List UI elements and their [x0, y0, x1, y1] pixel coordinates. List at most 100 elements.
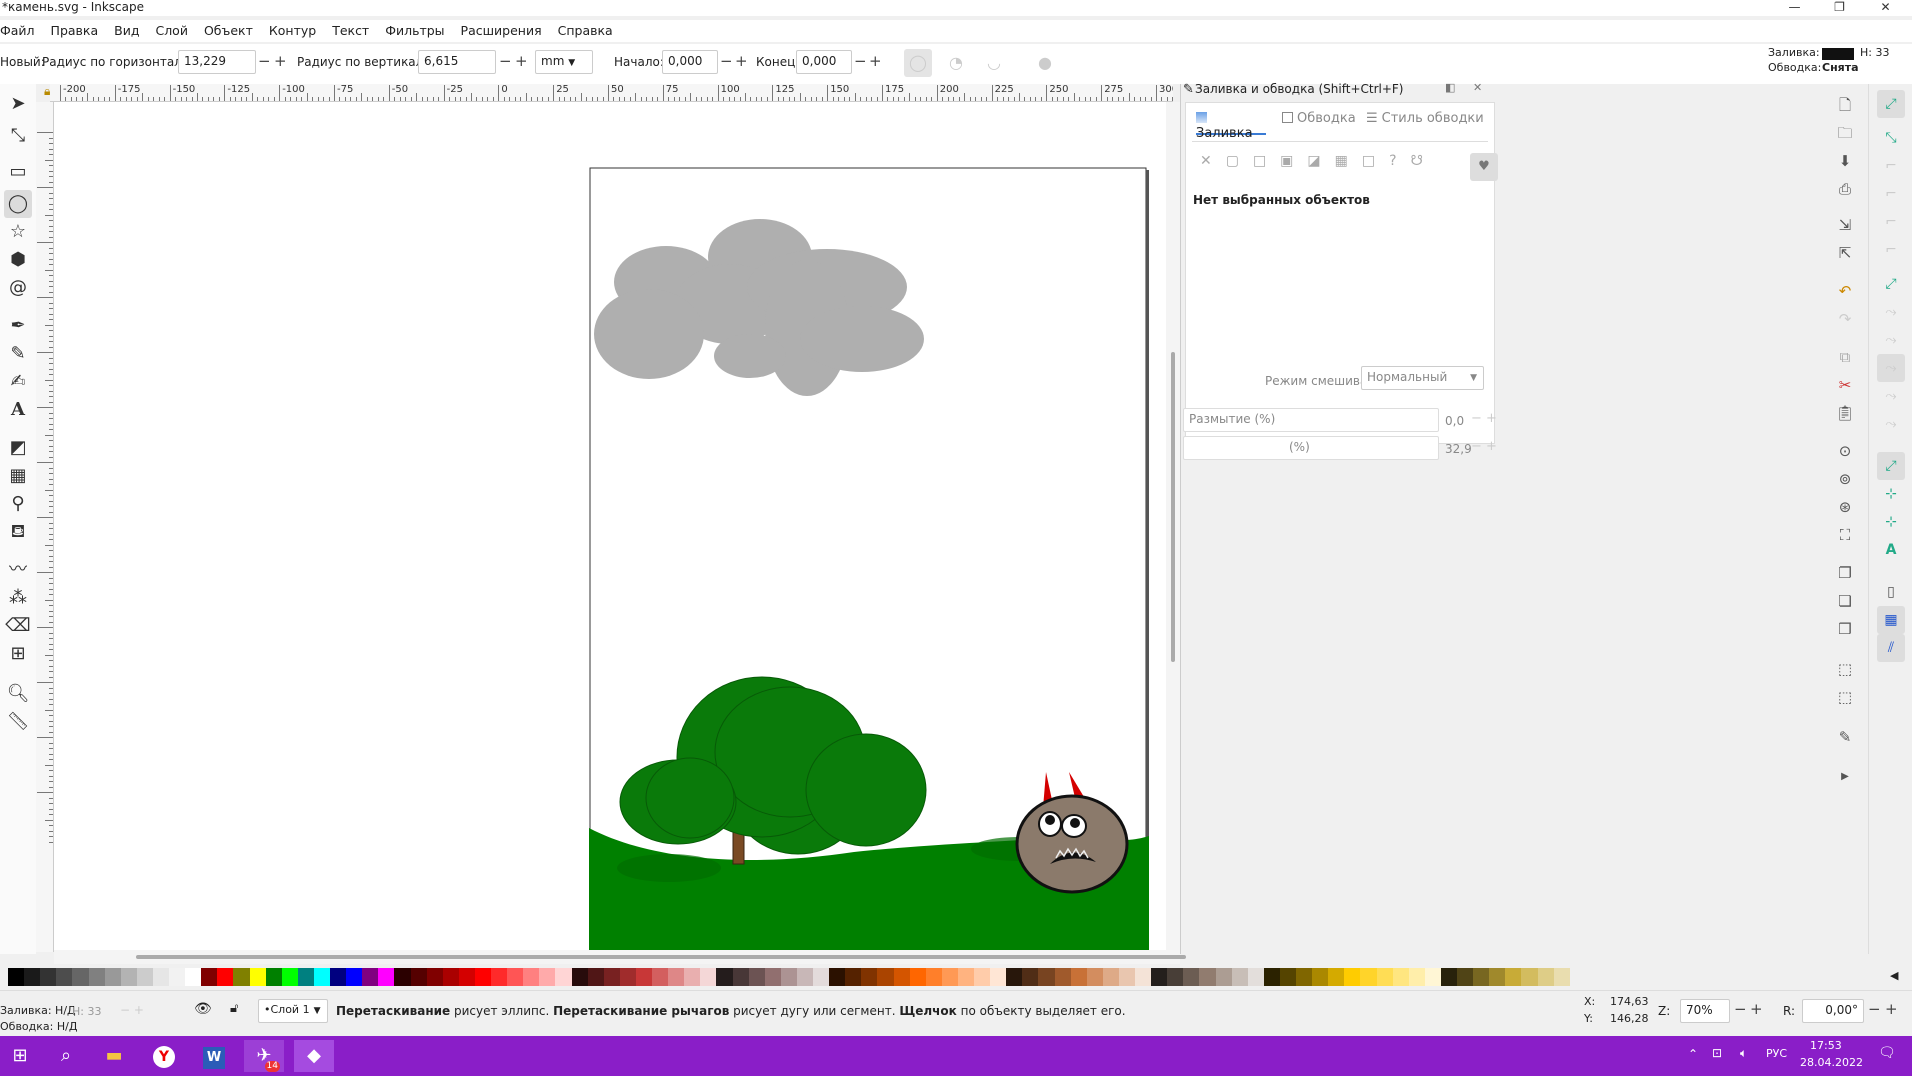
- color-palette[interactable]: ◀: [0, 968, 1912, 988]
- zoom-page-icon[interactable]: ⊛: [1832, 494, 1858, 520]
- palette-swatch[interactable]: [732, 968, 750, 986]
- tab-stroke-paint[interactable]: Обводка: [1282, 111, 1356, 135]
- palette-swatch[interactable]: [877, 968, 894, 986]
- palette-swatch[interactable]: [829, 968, 846, 986]
- palette-swatch[interactable]: [442, 968, 460, 986]
- text-icon[interactable]: A: [4, 396, 32, 424]
- unit-select[interactable]: mm ▼: [535, 50, 593, 74]
- mesh-icon[interactable]: ▦: [4, 462, 32, 490]
- palette-swatch[interactable]: [1054, 968, 1072, 986]
- palette-swatch[interactable]: [1537, 968, 1555, 986]
- network-icon[interactable]: ⊡: [1712, 1046, 1722, 1060]
- palette-swatch[interactable]: [1553, 968, 1571, 986]
- palette-swatch[interactable]: [1473, 968, 1490, 986]
- rx-plus-button[interactable]: +: [274, 52, 287, 70]
- star-icon[interactable]: ☆: [4, 218, 32, 246]
- spiral-icon[interactable]: @: [4, 274, 32, 302]
- pencil-icon[interactable]: ✎: [4, 340, 32, 368]
- start-input[interactable]: 0,000: [662, 50, 718, 74]
- eye-icon[interactable]: 👁︎: [194, 1001, 212, 1017]
- palette-swatch[interactable]: [1215, 968, 1233, 986]
- snap-midpoint-icon[interactable]: ⤳: [1877, 410, 1905, 438]
- palette-swatch[interactable]: [394, 968, 411, 986]
- arc-button[interactable]: ◡: [980, 49, 1008, 77]
- menu-object[interactable]: Объект: [196, 20, 261, 42]
- palette-swatch[interactable]: [313, 968, 331, 986]
- rect-icon[interactable]: ▭: [4, 158, 32, 186]
- palette-swatch[interactable]: [957, 968, 975, 986]
- palette-swatch[interactable]: [748, 968, 766, 986]
- paint-bucket-icon[interactable]: ⛾: [4, 518, 32, 546]
- inkscape-taskbar-icon[interactable]: ◆: [294, 1040, 334, 1072]
- ry-input[interactable]: 6,615: [418, 50, 496, 74]
- word-icon[interactable]: W: [194, 1040, 234, 1072]
- palette-swatch[interactable]: [1247, 968, 1265, 986]
- palette-swatch[interactable]: [1118, 968, 1136, 986]
- paint-type-buttons[interactable]: ✕▢□▣◪▦□?☋: [1200, 153, 1437, 169]
- zoom-input[interactable]: 70%: [1680, 999, 1730, 1023]
- eraser-icon[interactable]: ⌫: [4, 612, 32, 640]
- dialog-undock-icon[interactable]: ◧: [1445, 81, 1455, 94]
- palette-swatch[interactable]: [185, 968, 202, 986]
- palette-swatch[interactable]: [796, 968, 814, 986]
- end-input[interactable]: 0,000: [796, 50, 852, 74]
- palette-swatch[interactable]: [1392, 968, 1410, 986]
- palette-swatch[interactable]: [764, 968, 782, 986]
- zoom-icon[interactable]: 🔍︎: [4, 680, 32, 708]
- notifications-icon[interactable]: 🗨︎: [1878, 1045, 1896, 1061]
- keyboard-language[interactable]: РУС: [1766, 1047, 1787, 1060]
- palette-swatch[interactable]: [169, 968, 186, 986]
- clock-date[interactable]: 28.04.2022: [1800, 1056, 1863, 1069]
- palette-swatch[interactable]: [1440, 968, 1458, 986]
- palette-swatch[interactable]: [1328, 968, 1345, 986]
- rotate-ccw-button[interactable]: −: [1868, 1000, 1881, 1018]
- menu-edit[interactable]: Правка: [43, 20, 107, 42]
- dialog-close-icon[interactable]: ✕: [1473, 81, 1482, 94]
- snap-rotation-center-icon[interactable]: ⊹: [1877, 508, 1905, 536]
- snap-text-baseline-icon[interactable]: A: [1877, 536, 1905, 564]
- opacity-value[interactable]: 32,9: [1445, 442, 1472, 456]
- snap-toggle-icon[interactable]: ⤢: [1877, 90, 1905, 118]
- snap-bbox-mid-icon[interactable]: ⌐: [1877, 208, 1905, 236]
- ungroup-icon[interactable]: ⬚: [1832, 684, 1858, 710]
- spray-icon[interactable]: ⁂: [4, 584, 32, 612]
- palette-swatch[interactable]: [1086, 968, 1104, 986]
- blur-slider[interactable]: Размытие (%): [1183, 408, 1439, 432]
- end-plus-button[interactable]: +: [869, 52, 882, 70]
- opacity-stepper[interactable]: − +: [1471, 439, 1497, 454]
- palette-swatch[interactable]: [281, 968, 299, 986]
- palette-swatch[interactable]: [1070, 968, 1088, 986]
- palette-scroll-icon[interactable]: ◀: [1890, 969, 1898, 982]
- drawing[interactable]: [54, 102, 1166, 950]
- palette-swatch[interactable]: [1424, 968, 1442, 986]
- palette-swatch[interactable]: [249, 968, 267, 986]
- ellipse-icon[interactable]: ◯: [4, 190, 32, 218]
- palette-swatch[interactable]: [619, 968, 637, 986]
- snap-page-border-icon[interactable]: ▯: [1877, 578, 1905, 606]
- palette-swatch[interactable]: [1022, 968, 1039, 986]
- palette-swatch[interactable]: [56, 968, 73, 986]
- print-icon[interactable]: ⎙: [1832, 176, 1858, 202]
- search-icon[interactable]: ⌕: [46, 1040, 86, 1072]
- palette-swatch[interactable]: [1376, 968, 1394, 986]
- palette-swatch[interactable]: [378, 968, 395, 986]
- palette-swatch[interactable]: [1199, 968, 1216, 986]
- zoom-selection-icon[interactable]: ⊙: [1832, 438, 1858, 464]
- lock-guides-icon[interactable]: 🔒︎: [44, 84, 58, 100]
- blur-stepper[interactable]: − +: [1471, 411, 1497, 426]
- palette-swatch[interactable]: [72, 968, 89, 986]
- blend-select[interactable]: Нормальный ▼: [1361, 366, 1484, 390]
- minimize-button[interactable]: —: [1772, 0, 1817, 14]
- menu-extensions[interactable]: Расширения: [453, 20, 550, 42]
- snap-smooth-icon[interactable]: ⤳: [1877, 382, 1905, 410]
- opacity-slider[interactable]: (%): [1183, 436, 1439, 460]
- palette-swatch[interactable]: [152, 968, 170, 986]
- palette-swatch[interactable]: [1038, 968, 1055, 986]
- end-minus-button[interactable]: −: [854, 52, 867, 70]
- palette-swatch[interactable]: [1183, 968, 1200, 986]
- dropper-icon[interactable]: ⚲: [4, 490, 32, 518]
- palette-swatch[interactable]: [1135, 968, 1152, 986]
- palette-swatch[interactable]: [1489, 968, 1506, 986]
- palette-swatch[interactable]: [523, 968, 540, 986]
- menu-layer[interactable]: Слой: [147, 20, 196, 42]
